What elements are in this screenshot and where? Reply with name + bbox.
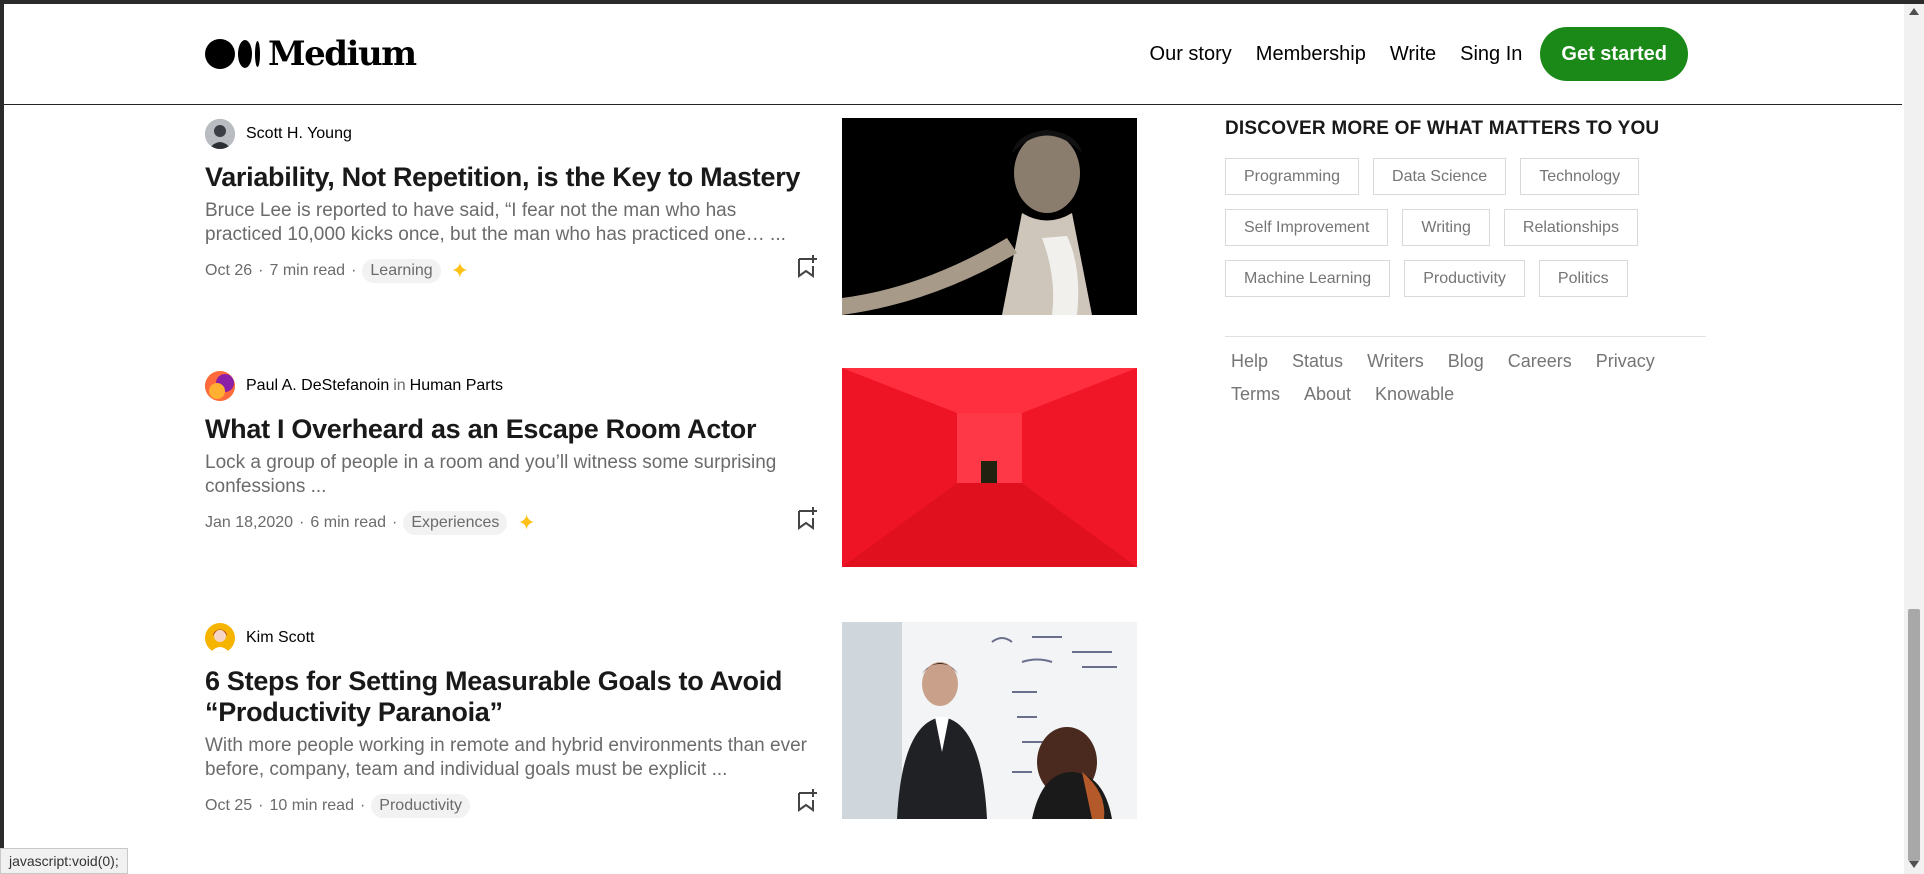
bookmark-add-icon[interactable]	[796, 506, 818, 530]
nav-membership[interactable]: Membership	[1256, 43, 1366, 66]
scroll-up-arrow-icon[interactable]	[1909, 8, 1919, 15]
footer-links: Help Status Writers Blog Careers Privacy…	[1225, 351, 1695, 417]
top-nav: Our story Membership Write Sing In Get s…	[1126, 27, 1688, 81]
author-avatar[interactable]	[205, 119, 235, 149]
footer-link-about[interactable]: About	[1304, 384, 1351, 405]
sidebar-title: DISCOVER MORE OF WHAT MATTERS TO YOU	[1225, 118, 1660, 139]
meta-separator: ·	[258, 262, 264, 279]
article-date: Jan 18,2020	[205, 514, 294, 531]
author-in-label: in	[393, 377, 406, 394]
medium-logo[interactable]: Medium	[205, 34, 417, 74]
topic-pill-technology[interactable]: Technology	[1520, 158, 1640, 195]
topic-pill-writing[interactable]: Writing	[1402, 209, 1490, 246]
window-left-border	[0, 0, 4, 874]
scrollbar-thumb[interactable]	[1908, 609, 1920, 861]
browser-status-bar: javascript:void(0);	[0, 848, 128, 874]
topic-pill-politics[interactable]: Politics	[1538, 260, 1628, 297]
member-only-star-icon: ✦	[517, 510, 536, 535]
site-header: Medium Our story Membership Write Sing I…	[4, 4, 1902, 105]
meta-separator: ·	[299, 514, 305, 531]
logo-text: Medium	[268, 34, 417, 74]
author-avatar[interactable]	[205, 623, 235, 653]
article-title[interactable]: What I Overheard as an Escape Room Actor	[205, 414, 825, 445]
footer-link-knowable[interactable]: Knowable	[1375, 384, 1454, 405]
meta-separator: ·	[351, 262, 357, 279]
topic-pill-productivity[interactable]: Productivity	[1404, 260, 1525, 297]
nav-our-story[interactable]: Our story	[1150, 43, 1232, 66]
medium-logo-icon	[205, 39, 260, 69]
article-read-time: 7 min read	[269, 262, 346, 279]
bookmark-add-icon[interactable]	[796, 788, 818, 812]
article-date: Oct 25	[205, 797, 253, 814]
get-started-button[interactable]: Get started	[1540, 27, 1688, 81]
article-title[interactable]: Variability, Not Repetition, is the Key …	[205, 162, 825, 193]
member-only-star-icon: ✦	[450, 258, 470, 283]
article-card: Paul A. DeStefanoin in Human Parts What …	[205, 368, 1137, 567]
article-excerpt[interactable]: Bruce Lee is reported to have said, “I f…	[205, 199, 815, 247]
footer-link-help[interactable]: Help	[1231, 351, 1268, 372]
vertical-scrollbar[interactable]	[1904, 4, 1924, 874]
article-excerpt[interactable]: Lock a group of people in a room and you…	[205, 451, 815, 499]
footer-link-careers[interactable]: Careers	[1508, 351, 1572, 372]
article-thumbnail[interactable]	[842, 368, 1137, 567]
topic-pill-programming[interactable]: Programming	[1225, 158, 1360, 195]
sidebar-divider	[1225, 336, 1706, 337]
sidebar: DISCOVER MORE OF WHAT MATTERS TO YOU Pro…	[1225, 118, 1707, 417]
article-tag[interactable]: Experiences	[403, 511, 508, 535]
topic-pill-machine-learning[interactable]: Machine Learning	[1225, 260, 1391, 297]
scroll-down-arrow-icon[interactable]	[1909, 861, 1919, 868]
author-name[interactable]: Scott H. Young	[246, 125, 352, 143]
publication-name[interactable]: Human Parts	[410, 377, 503, 395]
topic-pill-self-improvement[interactable]: Self Improvement	[1225, 209, 1389, 246]
article-tag[interactable]: Productivity	[371, 794, 470, 818]
footer-link-privacy[interactable]: Privacy	[1596, 351, 1655, 372]
article-card: Kim Scott 6 Steps for Setting Measurable…	[205, 622, 1137, 819]
nav-write[interactable]: Write	[1390, 43, 1436, 66]
author-name[interactable]: Kim Scott	[246, 629, 314, 647]
article-thumbnail[interactable]	[842, 118, 1137, 315]
meta-separator: ·	[258, 797, 264, 814]
article-card: Scott H. Young Variability, Not Repetiti…	[205, 118, 1137, 315]
article-read-time: 6 min read	[310, 514, 386, 531]
footer-link-writers[interactable]: Writers	[1367, 351, 1424, 372]
footer-link-blog[interactable]: Blog	[1448, 351, 1484, 372]
article-date: Oct 26	[205, 262, 253, 279]
author-avatar[interactable]	[205, 371, 235, 401]
topic-pill-data-science[interactable]: Data Science	[1373, 158, 1507, 195]
author-name[interactable]: Paul A. DeStefanoin	[246, 377, 389, 395]
article-tag[interactable]: Learning	[362, 259, 441, 283]
footer-link-terms[interactable]: Terms	[1231, 384, 1280, 405]
article-title[interactable]: 6 Steps for Setting Measurable Goals to …	[205, 666, 825, 728]
topic-list: Programming Data Science Technology Self…	[1225, 158, 1695, 311]
footer-link-status[interactable]: Status	[1292, 351, 1343, 372]
article-excerpt[interactable]: With more people working in remote and h…	[205, 734, 815, 782]
article-thumbnail[interactable]	[842, 622, 1137, 819]
meta-separator: ·	[392, 514, 398, 531]
topic-pill-relationships[interactable]: Relationships	[1503, 209, 1638, 246]
nav-sign-in[interactable]: Sing In	[1460, 43, 1522, 66]
article-read-time: 10 min read	[269, 797, 354, 814]
meta-separator: ·	[359, 797, 366, 814]
bookmark-add-icon[interactable]	[796, 254, 818, 278]
